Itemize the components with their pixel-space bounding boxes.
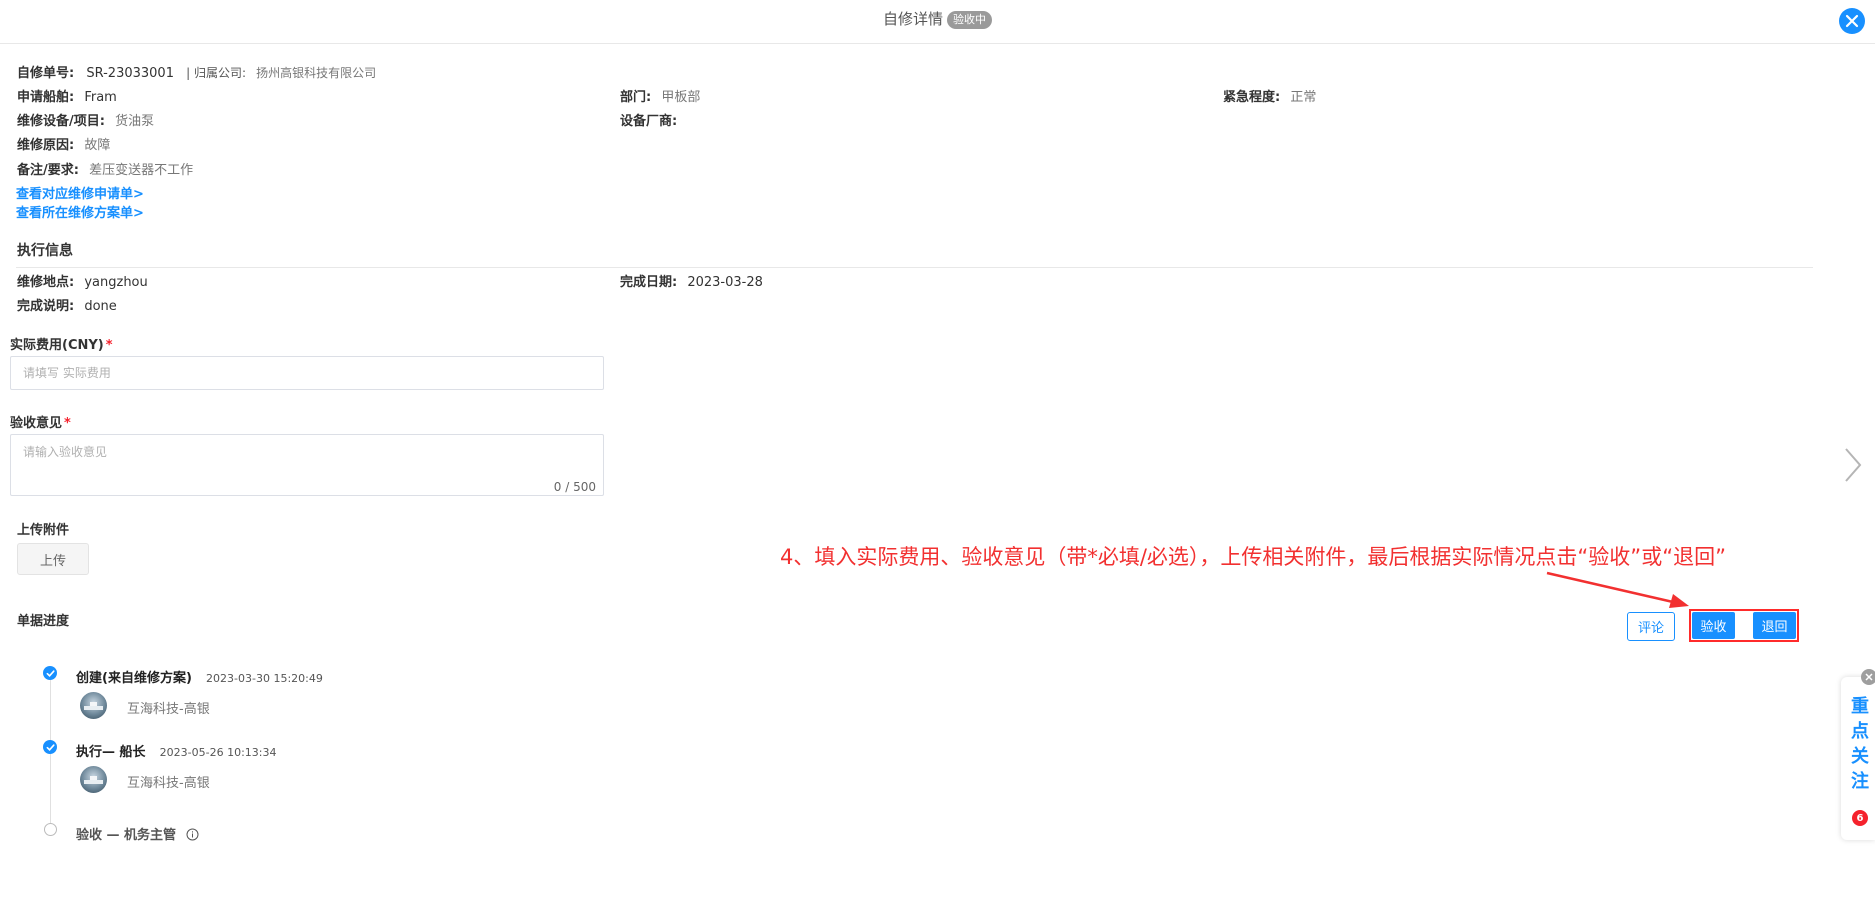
dialog-title: 自修详情 验收中 <box>0 8 1875 29</box>
step-done-icon <box>43 740 57 754</box>
actual-cost-input[interactable] <box>10 356 604 390</box>
completion-date-field: 完成日期: 2023-03-28 <box>620 271 763 290</box>
focus-count-badge: 6 <box>1852 810 1868 826</box>
close-icon <box>1845 14 1859 28</box>
ship-label: 申请船舶: <box>17 90 75 105</box>
return-button[interactable]: 退回 <box>1753 612 1796 639</box>
cost-required-mark: * <box>105 338 113 353</box>
step-user: 互海科技-高银 <box>127 776 210 791</box>
dialog-header: 自修详情 验收中 <box>0 0 1875 44</box>
reason-label: 维修原因: <box>17 138 75 153</box>
execution-section-title: 执行信息 <box>17 243 73 259</box>
opinion-label: 验收意见 * <box>10 412 71 431</box>
location-field: 维修地点: yangzhou <box>17 271 148 290</box>
location-label: 维修地点: <box>17 275 75 290</box>
step-done-icon <box>43 666 57 680</box>
equipment-label: 维修设备/项目: <box>17 114 105 129</box>
comment-button[interactable]: 评论 <box>1627 612 1675 641</box>
step-title: 执行— 船长 <box>76 745 146 760</box>
opinion-required-mark: * <box>64 416 71 431</box>
focus-panel-label[interactable]: 重点关注 <box>1850 694 1870 794</box>
completion-desc-field: 完成说明: done <box>17 295 117 314</box>
order-no-row: 自修单号: SR-23033001 | 归属公司: 扬州高银科技有限公司 <box>17 62 376 81</box>
accept-button[interactable]: 验收 <box>1692 612 1735 639</box>
annotation-arrow-icon <box>1546 571 1689 608</box>
view-request-link[interactable]: 查看对应维修申请单> <box>16 183 144 202</box>
order-no-label: 自修单号: <box>17 66 75 81</box>
opinion-label-text: 验收意见 <box>10 416 63 431</box>
side-panel-close-button[interactable] <box>1861 669 1875 685</box>
cost-label: 实际费用(CNY) * <box>10 334 113 353</box>
status-badge: 验收中 <box>947 11 992 29</box>
timeline-step-2: 执行— 船长 2023-05-26 10:13:34 <box>76 741 277 760</box>
order-no-value: SR-23033001 <box>86 66 174 81</box>
step-title: 验收 — 机务主管 <box>76 828 177 843</box>
dept-label: 部门: <box>620 90 652 105</box>
timeline-step-3: 验收 — 机务主管 <box>76 824 199 843</box>
urgency-field: 紧急程度: 正常 <box>1223 86 1316 105</box>
acceptance-opinion-textarea[interactable] <box>10 434 604 496</box>
step-time: 2023-03-30 15:20:49 <box>206 672 323 685</box>
dept-field: 部门: 甲板部 <box>620 86 700 105</box>
company-value: 扬州高银科技有限公司 <box>256 66 377 80</box>
ship-field: 申请船舶: Fram <box>17 86 117 105</box>
completion-desc-label: 完成说明: <box>17 299 75 314</box>
section-divider <box>16 267 1813 268</box>
reason-value: 故障 <box>84 138 111 153</box>
remark-field: 备注/要求: 差压变送器不工作 <box>17 159 193 178</box>
equipment-value: 货油泵 <box>115 114 155 129</box>
instruction-annotation: 4、填入实际费用、验收意见（带*必填/必选），上传相关附件，最后根据实际情况点击… <box>780 545 1726 569</box>
cost-label-text: 实际费用(CNY) <box>10 338 104 353</box>
timeline-step-1: 创建(来自维修方案) 2023-03-30 15:20:49 <box>76 667 323 686</box>
timeline-line <box>50 680 51 830</box>
upload-button[interactable]: 上传 <box>17 543 89 575</box>
company-label: | 归属公司: <box>186 66 247 80</box>
opinion-char-counter: 0 / 500 <box>553 480 596 494</box>
view-plan-link[interactable]: 查看所在维修方案单> <box>16 202 144 221</box>
vendor-label: 设备厂商: <box>620 114 678 129</box>
completion-desc-value: done <box>84 299 117 314</box>
urgency-value: 正常 <box>1290 90 1317 105</box>
step-user: 互海科技-高银 <box>127 702 210 717</box>
dialog-title-text: 自修详情 <box>882 10 943 28</box>
next-arrow-icon[interactable] <box>1843 447 1863 483</box>
close-icon <box>1865 673 1873 681</box>
vendor-field: 设备厂商: <box>620 110 683 129</box>
equipment-field: 维修设备/项目: 货油泵 <box>17 110 154 129</box>
step-time: 2023-05-26 10:13:34 <box>159 746 277 759</box>
remark-label: 备注/要求: <box>17 163 79 178</box>
step-title: 创建(来自维修方案) <box>76 671 192 686</box>
remark-value: 差压变送器不工作 <box>89 163 194 178</box>
ship-value: Fram <box>84 90 117 105</box>
location-value: yangzhou <box>84 275 148 290</box>
attachment-label: 上传附件 <box>17 523 70 538</box>
avatar <box>80 766 107 793</box>
dept-value: 甲板部 <box>661 90 701 105</box>
completion-date-value: 2023-03-28 <box>687 275 763 290</box>
avatar <box>80 692 107 719</box>
close-button[interactable] <box>1839 8 1865 34</box>
progress-section-title: 单据进度 <box>17 614 70 629</box>
completion-date-label: 完成日期: <box>620 275 678 290</box>
step-pending-icon <box>44 823 57 836</box>
info-icon[interactable] <box>186 828 199 841</box>
reason-field: 维修原因: 故障 <box>17 134 110 153</box>
urgency-label: 紧急程度: <box>1223 90 1281 105</box>
